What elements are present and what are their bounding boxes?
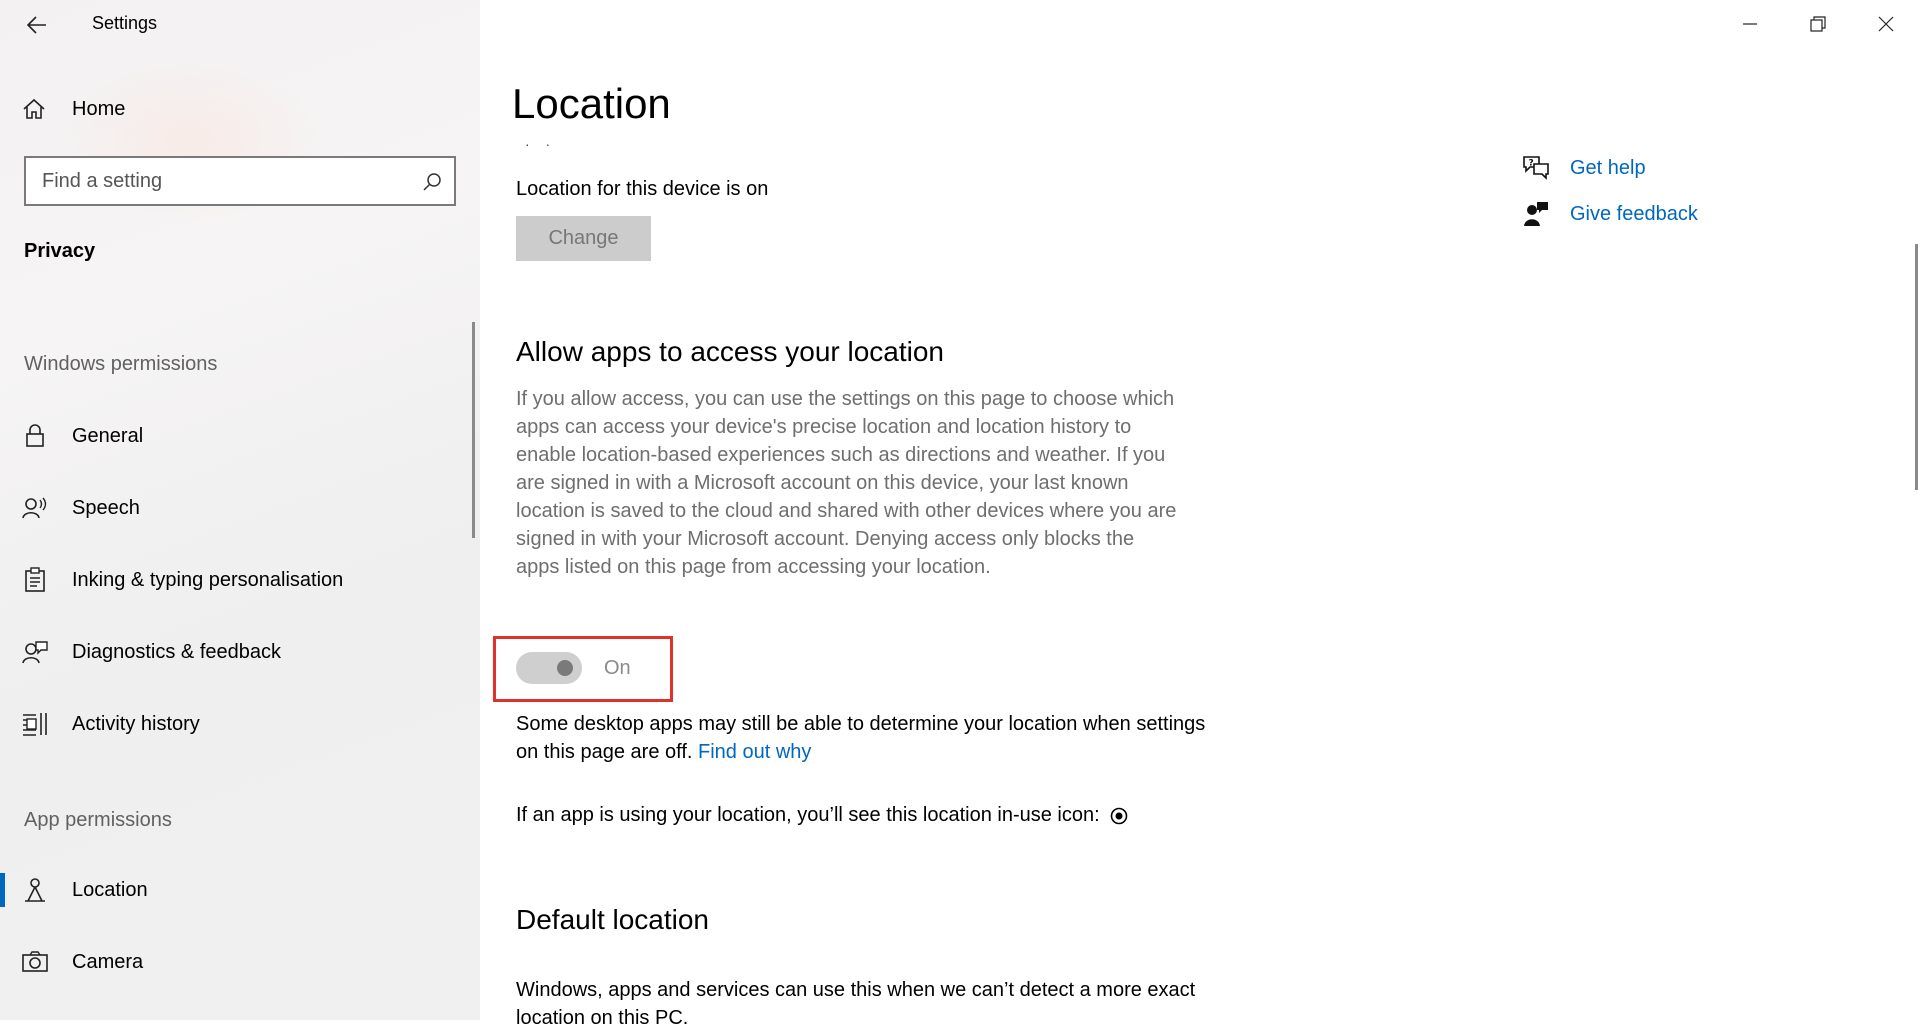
sidebar-item-label: Inking & typing personalisation (72, 568, 344, 591)
give-feedback-link[interactable]: Give feedback (1570, 203, 1698, 226)
location-in-use-icon (1110, 807, 1127, 824)
restore-button[interactable] (1784, 0, 1852, 48)
restore-icon (1810, 16, 1826, 32)
help-chat-icon: ? (1522, 154, 1550, 182)
allow-apps-toggle[interactable] (516, 652, 582, 684)
location-icon (22, 877, 48, 903)
window-controls (1716, 0, 1920, 48)
back-arrow-icon (27, 16, 46, 34)
change-button[interactable]: Change (516, 216, 651, 261)
sidebar-item-activity-history[interactable]: Activity history (0, 699, 470, 749)
sidebar-item-home[interactable]: Home (22, 92, 125, 126)
sidebar: Settings Home Privacy Windows permission… (0, 0, 480, 1020)
page-title: Location (512, 80, 671, 127)
active-indicator (0, 873, 5, 907)
find-out-why-link[interactable]: Find out why (698, 741, 811, 763)
search-box (24, 156, 456, 206)
sidebar-item-label: Activity history (72, 712, 200, 735)
allow-apps-toggle-row: On (516, 650, 631, 686)
close-button[interactable] (1852, 0, 1920, 48)
inuse-note-text: If an app is using your location, you’ll… (516, 804, 1100, 826)
sidebar-item-general[interactable]: General (0, 411, 470, 461)
camera-icon (22, 949, 48, 975)
search-input[interactable] (26, 158, 406, 204)
sidebar-scrollbar[interactable] (472, 322, 475, 538)
main-scrollbar[interactable] (1915, 244, 1918, 490)
group-label-windows-permissions: Windows permissions (24, 353, 218, 375)
sidebar-item-inking-typing[interactable]: Inking & typing personalisation (0, 555, 470, 605)
diagnostics-icon (22, 639, 48, 665)
minimize-button[interactable] (1716, 0, 1784, 48)
allow-apps-description: If you allow access, you can use the set… (516, 388, 1177, 578)
sidebar-item-label: Speech (72, 496, 140, 519)
sidebar-item-location[interactable]: Location (0, 865, 470, 915)
sidebar-item-label: Location (72, 878, 148, 901)
minimize-icon (1743, 23, 1757, 25)
group-label-app-permissions: App permissions (24, 809, 172, 831)
default-location-heading: Default location (516, 904, 710, 935)
truncated-text: · · (525, 136, 557, 152)
device-location-status: Location for this device is on (516, 178, 769, 200)
feedback-icon (1522, 200, 1550, 228)
search-icon (423, 173, 441, 191)
sidebar-item-speech[interactable]: Speech (0, 483, 470, 533)
desktop-apps-note-text: Some desktop apps may still be able to d… (516, 713, 1206, 763)
app-title: Settings (92, 13, 158, 33)
clipboard-icon (22, 567, 48, 593)
home-icon (23, 98, 45, 119)
activity-icon (22, 711, 48, 737)
speech-icon (22, 495, 48, 521)
allow-apps-heading: Allow apps to access your location (516, 336, 944, 367)
default-location-description: Windows, apps and services can use this … (516, 979, 1196, 1029)
sidebar-item-diagnostics[interactable]: Diagnostics & feedback (0, 627, 470, 677)
sidebar-item-label: General (72, 424, 144, 447)
sidebar-item-camera[interactable]: Camera (0, 937, 470, 987)
main-content: Location · · Location for this device is… (480, 0, 1920, 1029)
svg-text:?: ? (1529, 159, 1534, 169)
back-button[interactable] (22, 10, 52, 40)
sidebar-item-label: Camera (72, 950, 144, 973)
give-feedback-row: Give feedback (1522, 196, 1698, 232)
sidebar-item-label: Diagnostics & feedback (72, 640, 282, 663)
desktop-apps-note: Some desktop apps may still be able to d… (516, 710, 1216, 766)
section-title: Privacy (24, 240, 96, 262)
toggle-state-label: On (604, 656, 631, 679)
sidebar-item-label: Home (72, 97, 126, 120)
get-help-link[interactable]: Get help (1570, 157, 1646, 180)
inuse-note: If an app is using your location, you’ll… (516, 804, 1128, 827)
help-links: ? Get help Give feedback (1522, 150, 1698, 242)
toggle-knob (557, 660, 573, 676)
close-icon (1878, 16, 1894, 32)
lock-icon (22, 423, 48, 449)
get-help-row: ? Get help (1522, 150, 1698, 186)
